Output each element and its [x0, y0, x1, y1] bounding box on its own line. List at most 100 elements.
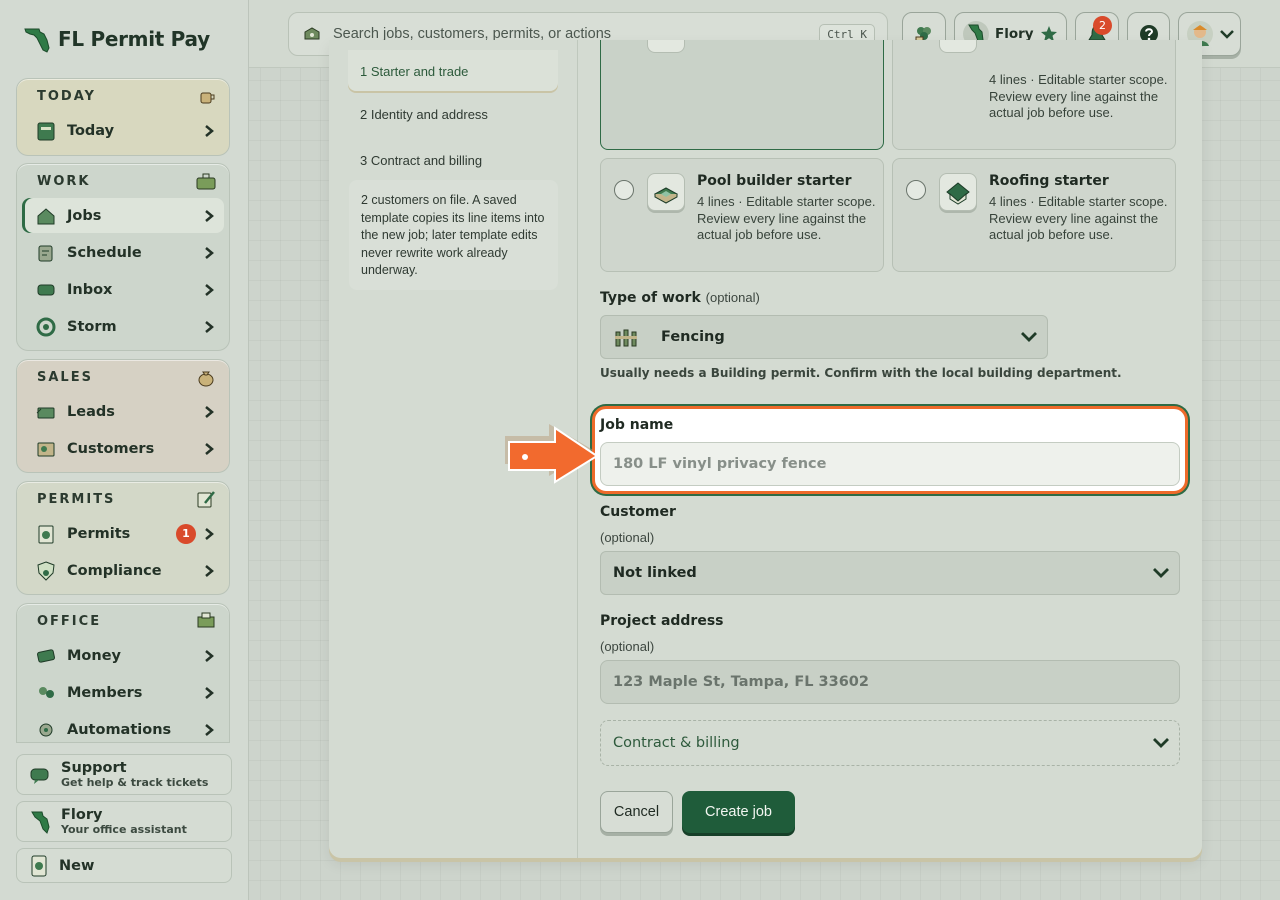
starter-description: 4 lines · Editable starter scope. Review…	[697, 194, 876, 242]
storm-icon	[36, 317, 56, 336]
group-title: PERMITS	[37, 491, 116, 507]
chevron-right-icon	[205, 283, 214, 296]
chevron-right-icon	[205, 564, 214, 577]
flory-mascot-icon	[31, 811, 50, 834]
chat-bubble-icon	[30, 768, 49, 784]
starter-icon	[939, 40, 977, 53]
inbox-icon	[37, 284, 55, 295]
sidebar-group-work: WORK Jobs Schedule Inbox Storm	[16, 163, 230, 351]
step-identity-address[interactable]: 2 Identity and address	[360, 107, 488, 122]
sidebar-item-permits[interactable]: Permits 1	[22, 516, 224, 551]
app-logo[interactable]: FL Permit Pay	[22, 22, 210, 56]
starter-radio-pool[interactable]	[614, 180, 634, 200]
chevron-right-icon	[205, 527, 214, 540]
assistant-button[interactable]: Flory Your office assistant	[16, 801, 232, 842]
step-contract-billing[interactable]: 3 Contract and billing	[360, 153, 482, 168]
leads-icon	[36, 407, 55, 418]
sidebar-item-today[interactable]: Today	[22, 113, 224, 148]
support-button[interactable]: Support Get help & track tickets	[16, 754, 232, 795]
permits-icon	[38, 525, 54, 543]
roofing-icon	[939, 173, 977, 211]
group-title: WORK	[37, 173, 91, 189]
compliance-icon	[37, 560, 55, 581]
job-name-input[interactable]: 180 LF vinyl privacy fence	[600, 442, 1180, 486]
chevron-right-icon	[205, 649, 214, 662]
chevron-down-icon	[1153, 568, 1169, 578]
chevron-down-icon	[1219, 30, 1234, 39]
group-title: TODAY	[37, 88, 96, 104]
chevron-down-icon	[1021, 332, 1037, 342]
contract-billing-toggle[interactable]: Contract & billing	[600, 720, 1180, 766]
desk-icon	[197, 612, 215, 628]
chevron-right-icon	[205, 442, 214, 455]
money-icon	[37, 648, 55, 663]
sidebar-item-jobs[interactable]: Jobs	[22, 198, 224, 233]
pen-paper-icon	[197, 491, 215, 508]
type-of-work-hint: Usually needs a Building permit. Confirm…	[600, 366, 1122, 380]
starter-card-pool[interactable]: Pool builder starter 4 lines · Editable …	[600, 158, 884, 272]
today-icon	[37, 122, 55, 140]
starter-title: Pool builder starter	[697, 173, 852, 189]
sidebar-group-office: OFFICE Money Members Automations	[16, 603, 230, 743]
chevron-right-icon	[205, 209, 214, 222]
starter-card-roofing[interactable]: Roofing starter 4 lines · Editable start…	[892, 158, 1176, 272]
customer-optional: (optional)	[600, 530, 655, 545]
chevron-right-icon	[205, 405, 214, 418]
chevron-right-icon	[205, 124, 214, 137]
chevron-right-icon	[205, 320, 214, 333]
project-address-optional: (optional)	[600, 639, 655, 654]
notification-count-badge: 2	[1093, 16, 1112, 35]
group-title: OFFICE	[37, 613, 102, 629]
toolbox-icon	[196, 173, 216, 190]
search-icon	[304, 27, 320, 40]
sidebar-item-customers[interactable]: Customers	[22, 431, 224, 466]
type-of-work-label: Type of work (optional)	[600, 290, 760, 306]
automations-icon	[39, 723, 53, 736]
money-bag-icon	[198, 371, 214, 387]
pool-icon	[647, 173, 685, 211]
starter-radio-roofing[interactable]	[906, 180, 926, 200]
starter-card-top-right[interactable]: 4 lines · Editable starter scope. Review…	[892, 40, 1176, 150]
sidebar-item-leads[interactable]: Leads	[22, 394, 224, 429]
project-address-input[interactable]: 123 Maple St, Tampa, FL 33602	[600, 660, 1180, 704]
sidebar-item-members[interactable]: Members	[22, 675, 224, 710]
app-title: FL Permit Pay	[58, 27, 210, 51]
starter-card-selected[interactable]	[600, 40, 884, 150]
sidebar-item-storm[interactable]: Storm	[22, 309, 224, 344]
sidebar-group-today: TODAY Today	[16, 78, 230, 156]
customer-select[interactable]: Not linked	[600, 551, 1180, 595]
starter-icon	[647, 40, 685, 53]
group-title: SALES	[37, 369, 93, 385]
sidebar-group-permits: PERMITS Permits 1 Compliance	[16, 481, 230, 595]
type-of-work-select[interactable]: Fencing	[600, 315, 1048, 359]
members-icon	[39, 686, 54, 698]
permits-count-badge: 1	[176, 523, 196, 544]
step-current[interactable]: 1 Starter and trade	[348, 50, 558, 91]
sidebar-item-automations[interactable]: Automations	[22, 712, 224, 742]
fence-icon	[615, 329, 637, 347]
sidebar: FL Permit Pay TODAY Today WORK Jobs Sche…	[0, 0, 249, 900]
florida-logo-icon	[24, 28, 50, 53]
create-job-button[interactable]: Create job	[682, 791, 795, 833]
sidebar-item-money[interactable]: Money	[22, 638, 224, 673]
pointer-arrow-icon	[505, 424, 599, 484]
coffee-icon	[200, 92, 215, 104]
chevron-right-icon	[205, 686, 214, 699]
project-address-label: Project address	[600, 613, 724, 629]
sidebar-group-sales: SALES Leads Customers	[16, 359, 230, 473]
starter-description: 4 lines · Editable starter scope. Review…	[989, 72, 1168, 120]
customers-icon	[37, 442, 55, 456]
starter-title: Roofing starter	[989, 173, 1109, 189]
cancel-button[interactable]: Cancel	[600, 791, 673, 833]
chevron-right-icon	[205, 246, 214, 259]
sidebar-item-compliance[interactable]: Compliance	[22, 553, 224, 588]
jobs-icon	[37, 207, 55, 224]
customer-label: Customer	[600, 504, 676, 520]
new-button[interactable]: New	[16, 848, 232, 883]
chevron-down-icon	[1153, 738, 1169, 748]
sidebar-item-inbox[interactable]: Inbox	[22, 272, 224, 307]
sidebar-item-schedule[interactable]: Schedule	[22, 235, 224, 270]
starter-description: 4 lines · Editable starter scope. Review…	[989, 194, 1168, 242]
new-document-icon	[31, 855, 47, 876]
templates-note: 2 customers on file. A saved template co…	[349, 180, 558, 290]
